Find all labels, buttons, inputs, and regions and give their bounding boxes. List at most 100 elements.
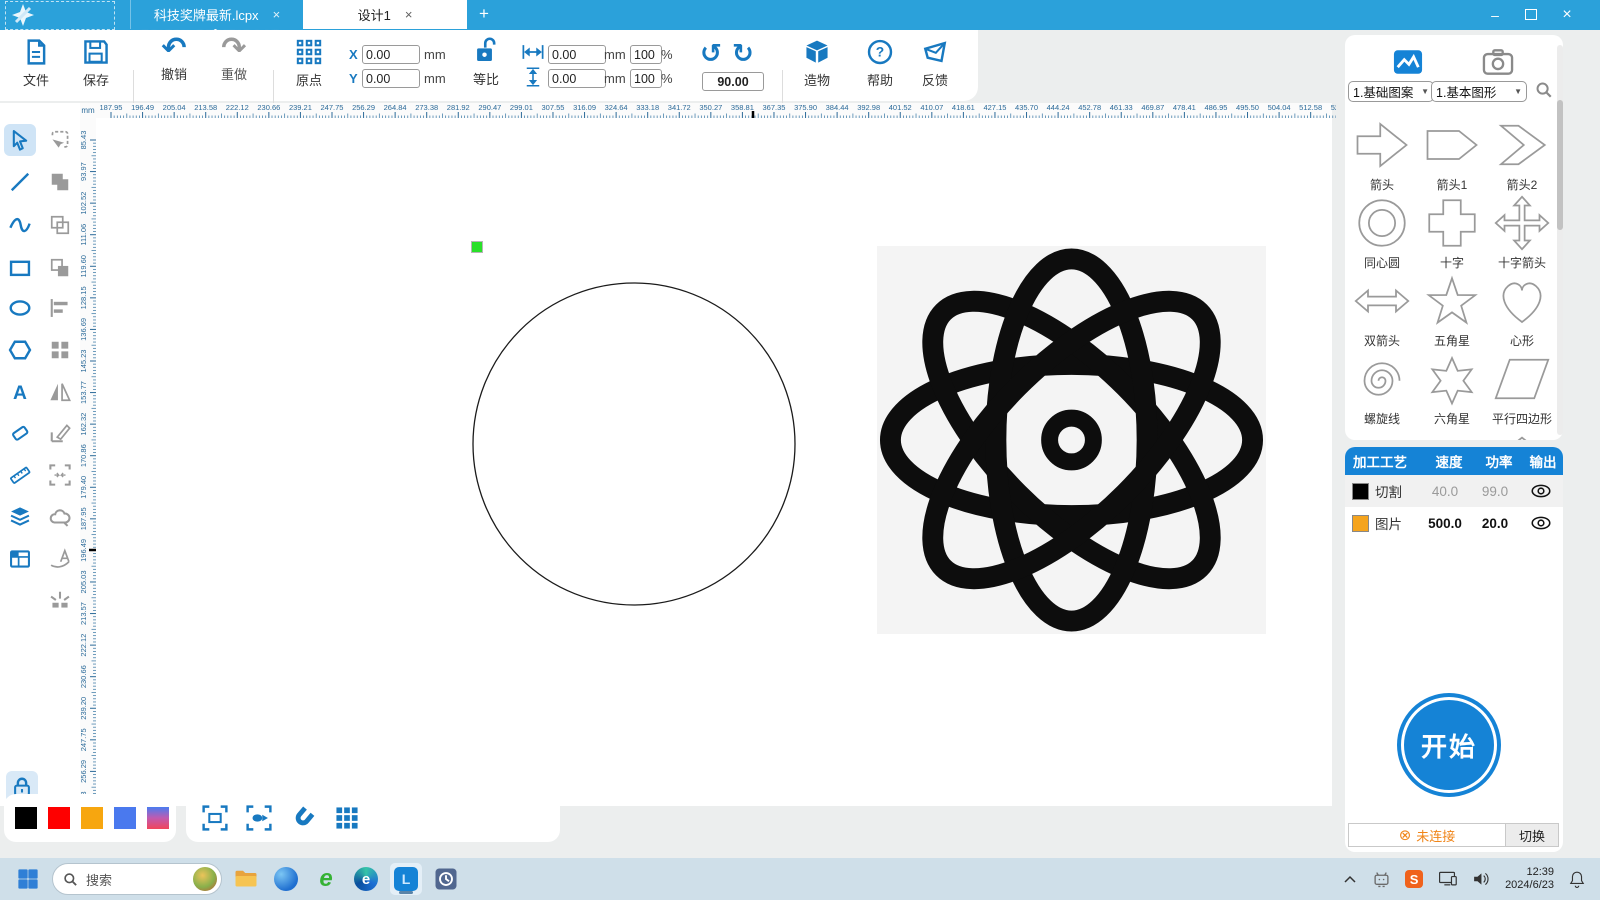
height-input[interactable] (548, 69, 606, 88)
layers-tool[interactable] (4, 501, 36, 533)
file-explorer-icon[interactable] (230, 863, 262, 895)
align-tool[interactable] (44, 292, 76, 324)
layer-power[interactable]: 99.0 (1469, 484, 1521, 499)
redo-button[interactable]: ↷ 重做 (216, 34, 252, 83)
save-button[interactable]: 保存 (83, 39, 109, 89)
shape-spiral[interactable]: 螺旋线 (1348, 351, 1416, 427)
rotate-angle-input[interactable] (702, 72, 764, 91)
layer-color-swatch[interactable] (1352, 515, 1369, 532)
file-button[interactable]: 文件 (23, 39, 49, 89)
tab-gallery[interactable] (1393, 49, 1423, 80)
shape-panel-scrollbar[interactable] (1557, 45, 1563, 435)
switch-device-button[interactable]: 切换 (1505, 824, 1558, 846)
category-dropdown[interactable]: 1.基础图案 ▼ (1348, 81, 1434, 102)
internet-explorer-icon[interactable]: e (310, 863, 342, 895)
maximize-button[interactable] (1514, 0, 1548, 29)
shape-parallelogram[interactable]: 平行四边形 (1488, 351, 1556, 427)
distribute-tool[interactable] (44, 334, 76, 366)
shape-arrow1[interactable]: 箭头1 (1418, 117, 1486, 193)
node-edit-tool[interactable] (44, 417, 76, 449)
tray-expand-chevron-icon[interactable] (1339, 863, 1361, 895)
select-tool[interactable] (4, 124, 36, 156)
swatch-red[interactable] (48, 807, 70, 829)
line-tool[interactable] (4, 166, 36, 198)
sogou-input-icon[interactable]: S (1401, 863, 1427, 895)
tab-document-close-icon[interactable]: × (273, 7, 281, 22)
snap-magnet-button[interactable] (288, 803, 318, 833)
shape-cross-arrows[interactable]: 十字箭头 (1488, 195, 1556, 271)
polygon-tool[interactable] (4, 334, 36, 366)
width-percent-input[interactable] (630, 45, 662, 64)
width-input[interactable] (548, 45, 606, 64)
swatch-black[interactable] (15, 807, 37, 829)
atom-image-object[interactable] (877, 246, 1266, 634)
frame-view-button[interactable] (200, 803, 230, 833)
grid-toggle-button[interactable] (332, 803, 362, 833)
utility-app-icon[interactable] (430, 863, 462, 895)
taskbar-search[interactable]: 搜索 (52, 863, 222, 895)
shape-arrow2[interactable]: 箭头2 (1488, 117, 1556, 193)
layer-visibility-toggle[interactable] (1521, 483, 1561, 499)
process-row-cut[interactable]: 切割 40.0 99.0 (1345, 475, 1563, 507)
cast-device-icon[interactable] (1435, 863, 1461, 895)
clone-tool[interactable] (44, 209, 76, 241)
measure-tool[interactable] (4, 459, 36, 491)
lasermaker-taskbar-icon[interactable]: L (390, 863, 422, 895)
text-tool[interactable]: A (4, 376, 36, 408)
table-tool[interactable] (4, 543, 36, 575)
shape-arrow[interactable]: 箭头 (1348, 117, 1416, 193)
create-button[interactable]: 造物 (797, 39, 837, 89)
explode-tool[interactable] (44, 584, 76, 616)
tab-design1-close-icon[interactable]: × (405, 7, 413, 22)
rotate-cw-button[interactable]: ↻ (732, 40, 754, 66)
layer-speed[interactable]: 40.0 (1421, 484, 1469, 499)
layer-visibility-toggle[interactable] (1521, 515, 1561, 531)
marquee-select-tool[interactable] (44, 124, 76, 156)
ellipse-tool[interactable] (4, 292, 36, 324)
swatch-gradient[interactable] (147, 807, 169, 829)
tab-design1[interactable]: 设计1 × (303, 0, 467, 29)
new-tab-button[interactable]: + (473, 3, 495, 25)
subcategory-dropdown[interactable]: 1.基本图形 ▼ (1431, 81, 1527, 102)
shape-star5[interactable]: 五角星 (1418, 273, 1486, 349)
subtract-tool[interactable] (44, 252, 76, 284)
fit-frame-tool[interactable] (44, 459, 76, 491)
x-input[interactable] (362, 45, 420, 64)
tab-camera[interactable] (1483, 49, 1513, 80)
shape-star6[interactable]: 六角星 (1418, 351, 1486, 427)
union-tool[interactable] (44, 166, 76, 198)
swatch-blue[interactable] (114, 807, 136, 829)
shape-arc-partial[interactable] (1348, 427, 1416, 440)
help-button[interactable]: ? 帮助 (860, 39, 900, 89)
shape-angle-partial[interactable] (1488, 427, 1556, 440)
shape-concentric-circles[interactable]: 同心圆 (1348, 195, 1416, 271)
mirror-tool[interactable] (44, 376, 76, 408)
design-canvas[interactable] (96, 118, 1332, 806)
height-percent-input[interactable] (630, 69, 662, 88)
layer-color-swatch[interactable] (1352, 483, 1369, 500)
close-button[interactable]: × (1550, 0, 1584, 29)
shape-heart[interactable]: 心形 (1488, 273, 1556, 349)
tray-app-icon[interactable] (1369, 863, 1393, 895)
copilot-icon[interactable] (270, 863, 302, 895)
text-path-tool[interactable] (44, 543, 76, 575)
notifications-bell-icon[interactable] (1562, 863, 1592, 895)
rotate-ccw-button[interactable]: ↺ (700, 40, 722, 66)
weld-tool[interactable] (44, 501, 76, 533)
taskbar-clock[interactable]: 12:39 2024/6/23 (1505, 866, 1554, 892)
swatch-orange[interactable] (81, 807, 103, 829)
tab-document[interactable]: 科技奖牌最新.lcpx × (130, 0, 303, 29)
volume-icon[interactable] (1469, 863, 1495, 895)
origin-button[interactable]: 原点 (296, 39, 322, 89)
shape-cross[interactable]: 十字 (1418, 195, 1486, 271)
minimize-button[interactable]: – (1478, 0, 1512, 29)
process-row-image[interactable]: 图片 500.0 20.0 (1345, 507, 1563, 539)
edge-icon[interactable]: e (350, 863, 382, 895)
shape-search-button[interactable] (1535, 81, 1553, 104)
proportional-lock-button[interactable]: 等比 (470, 38, 502, 88)
y-input[interactable] (362, 69, 420, 88)
undo-button[interactable]: ↶ 撤销 (156, 34, 192, 83)
focus-selection-button[interactable] (244, 803, 274, 833)
shape-double-arrow[interactable]: 双箭头 (1348, 273, 1416, 349)
scrollbar-thumb[interactable] (1557, 100, 1563, 230)
